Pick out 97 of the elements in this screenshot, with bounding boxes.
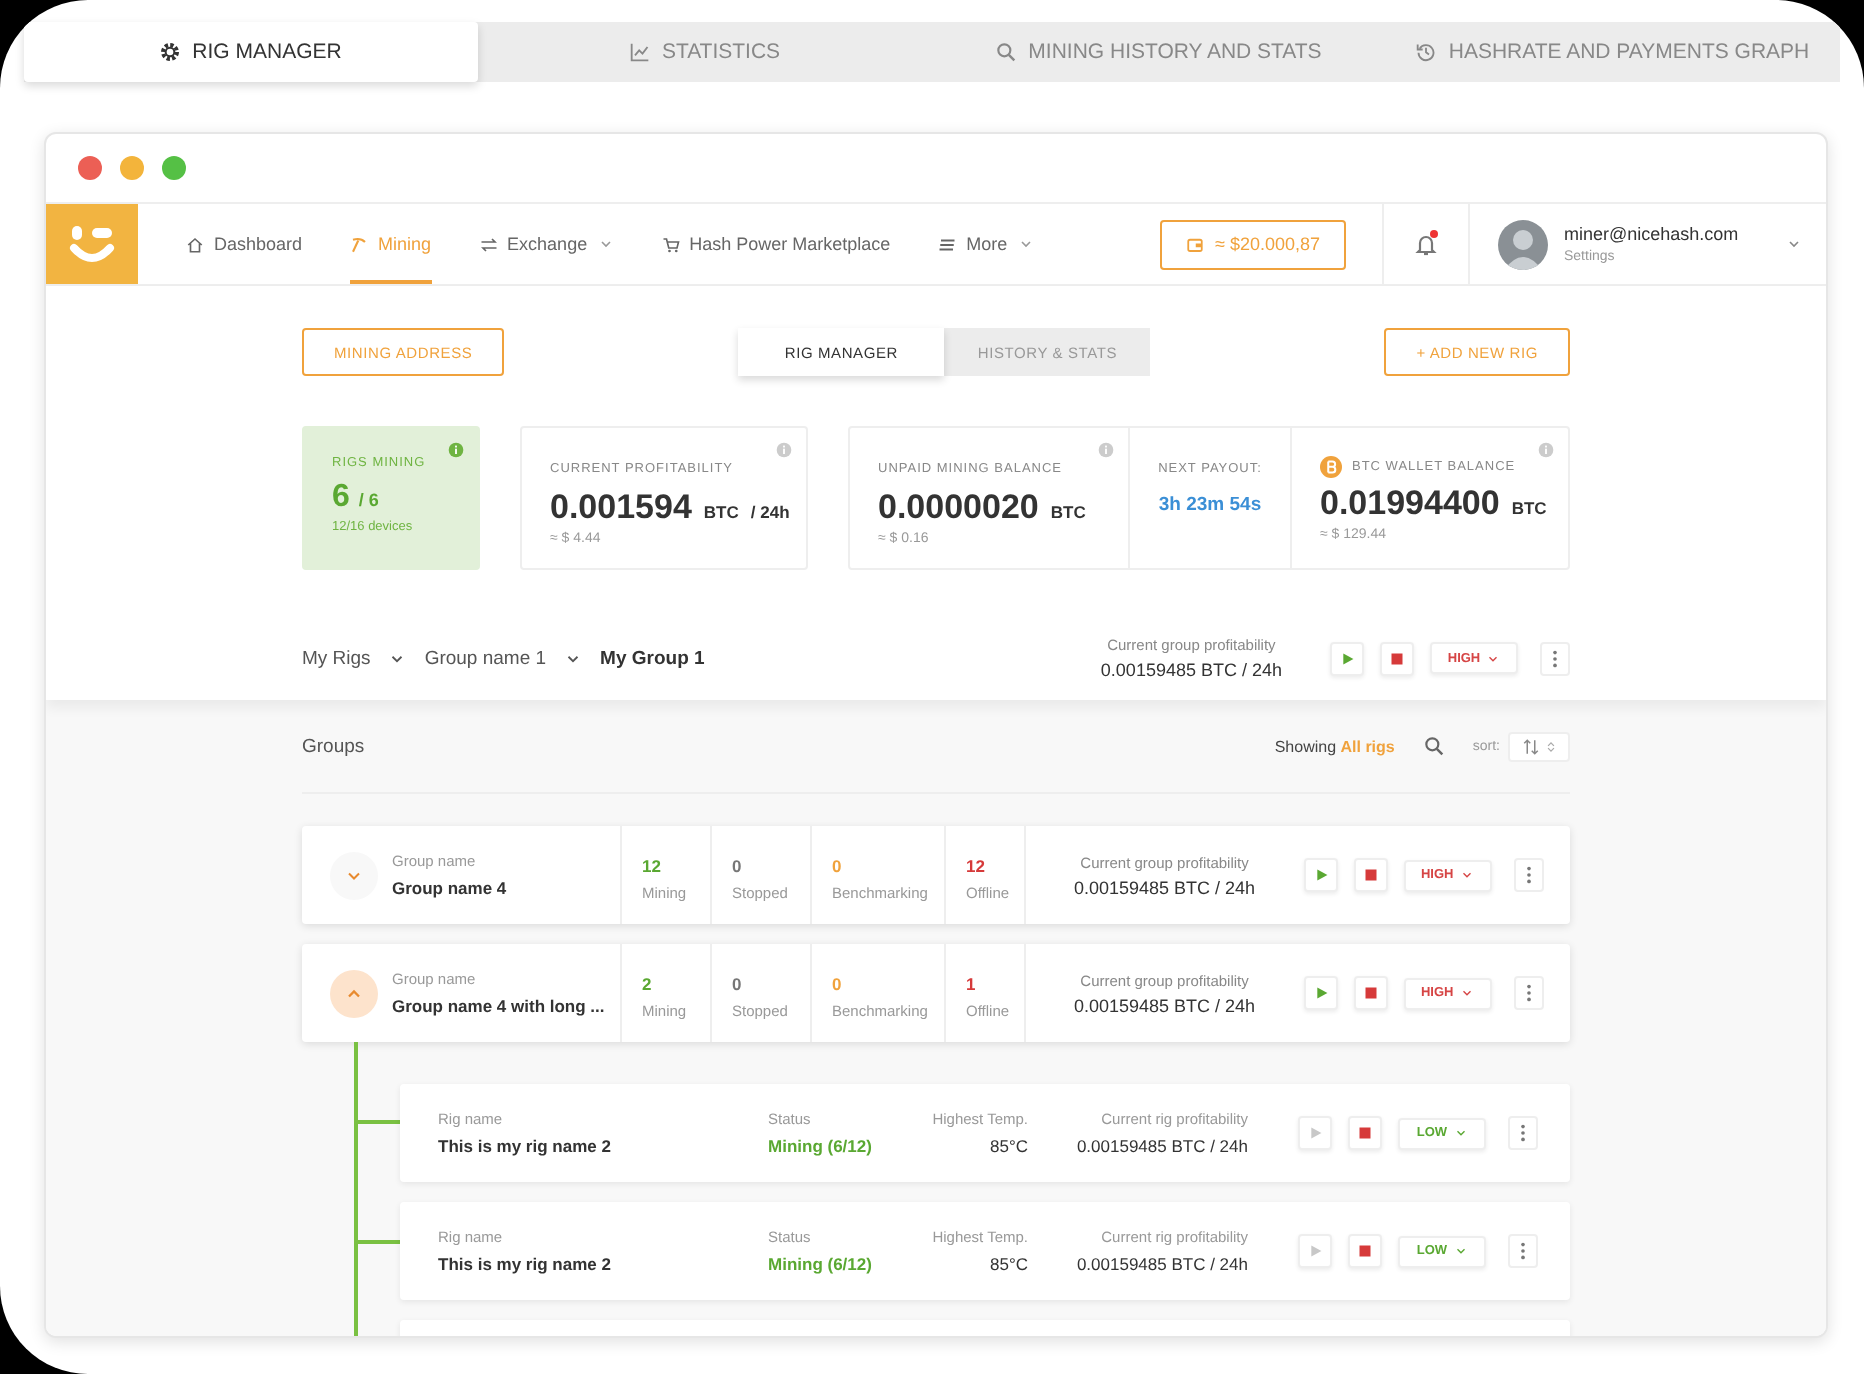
- rig-name: This is my rig name 2: [438, 1254, 613, 1274]
- history-icon: [1416, 42, 1437, 62]
- profitability-value: 0.00159485 BTC / 24h: [1074, 995, 1256, 1015]
- count-value: 0: [732, 856, 744, 876]
- caret-icon: [1453, 1126, 1468, 1140]
- notifications-button[interactable]: [1382, 204, 1470, 284]
- breadcrumb-link[interactable]: My Rigs: [302, 647, 371, 669]
- nav-link[interactable]: More: [938, 204, 1034, 284]
- play-button[interactable]: [1303, 858, 1338, 892]
- stop-button[interactable]: [1353, 858, 1388, 892]
- cart-icon: [661, 235, 680, 253]
- top-tab[interactable]: MINING HISTORY AND STATS: [932, 22, 1386, 82]
- period-label: / 24h: [750, 502, 790, 522]
- smiley-logo[interactable]: [46, 204, 138, 284]
- stat-value: 0.0000020: [878, 488, 1039, 526]
- info-icon: [1098, 442, 1114, 458]
- profitability-value: 0.00159485 BTC / 24h: [1074, 1254, 1248, 1274]
- count-value: 2: [642, 974, 654, 994]
- more-options-button[interactable]: [1508, 1116, 1538, 1150]
- nav-link[interactable]: Exchange: [479, 204, 614, 284]
- bell-icon: [1414, 232, 1438, 256]
- close-window-button[interactable]: [78, 156, 102, 180]
- top-tab[interactable]: HASHRATE AND PAYMENTS GRAPH: [1386, 22, 1840, 82]
- info-icon: [776, 442, 792, 458]
- sort-dropdown[interactable]: [1508, 731, 1570, 761]
- play-button[interactable]: [1298, 1234, 1332, 1268]
- zoom-window-button[interactable]: [162, 156, 186, 180]
- bitcoin-icon: [1320, 456, 1342, 478]
- group-name: Group name 4 with long ...: [392, 996, 605, 1016]
- stop-button[interactable]: [1348, 1116, 1382, 1150]
- nav-link[interactable]: Dashboard: [186, 204, 303, 284]
- stat-value: 0.001594: [550, 488, 692, 526]
- rigs-mining-count: 6: [332, 480, 350, 514]
- rig-name: This is my rig name 2: [438, 1136, 613, 1156]
- info-icon: [448, 442, 464, 458]
- play-button[interactable]: [1303, 976, 1338, 1010]
- more-options-button[interactable]: [1513, 858, 1544, 892]
- stat-value: 0.01994400: [1320, 484, 1500, 522]
- breadcrumb-link[interactable]: My Group 1: [600, 647, 705, 669]
- caret-icon: [1486, 651, 1501, 665]
- count-value: 12: [966, 856, 987, 876]
- info-icon: [1538, 442, 1554, 458]
- search-icon: [996, 42, 1017, 62]
- profitability-value: 0.00159485 BTC / 24h: [1074, 1136, 1248, 1156]
- nav-link[interactable]: Hash Power Marketplace: [661, 204, 891, 284]
- home-icon: [186, 235, 204, 253]
- minimize-window-button[interactable]: [120, 156, 144, 180]
- stop-button[interactable]: [1380, 641, 1414, 675]
- gear-icon: [160, 42, 181, 62]
- breadcrumb-link[interactable]: Group name 1: [424, 647, 547, 669]
- updown-icon: [1543, 739, 1557, 753]
- top-tab[interactable]: RIG MANAGER: [24, 22, 478, 82]
- temperature-value: 85°C: [988, 1136, 1028, 1156]
- rig-status: Mining (6/12): [768, 1254, 874, 1274]
- count-value: 0: [832, 856, 844, 876]
- swap-arrows-icon: [479, 235, 498, 253]
- section-title: Groups: [302, 735, 365, 757]
- rigs-total: / 6: [358, 490, 379, 510]
- stop-button[interactable]: [1353, 976, 1388, 1010]
- play-button[interactable]: [1298, 1116, 1332, 1150]
- rig-status: Mining (6/12): [768, 1136, 874, 1156]
- count-value: 1: [966, 974, 978, 994]
- expand-toggle[interactable]: [330, 969, 378, 1017]
- stop-button[interactable]: [1348, 1234, 1382, 1268]
- search-icon: [1424, 736, 1445, 756]
- count-value: 0: [732, 974, 744, 994]
- avatar-silhouette[interactable]: [1498, 219, 1548, 269]
- caret-icon: [1786, 236, 1802, 252]
- top-tab[interactable]: STATISTICS: [478, 22, 932, 82]
- more-options-button[interactable]: [1540, 641, 1570, 675]
- caret-icon: [1459, 868, 1474, 882]
- list-icon: [938, 235, 957, 253]
- group-name: Group name 4: [392, 878, 507, 898]
- payout-countdown: 3h 23m 54s: [1156, 494, 1264, 516]
- more-options-button[interactable]: [1513, 976, 1544, 1010]
- temperature-value: 85°C: [988, 1254, 1028, 1274]
- line-chart-icon: [629, 42, 650, 62]
- unit-label: BTC: [703, 502, 739, 522]
- count-value: 12: [642, 856, 663, 876]
- showing-filter[interactable]: Showing All rigs: [1274, 737, 1395, 755]
- count-value: 0: [832, 974, 844, 994]
- unit-label: BTC: [1050, 502, 1086, 522]
- expand-toggle[interactable]: [330, 851, 378, 899]
- pickaxe-icon: [350, 235, 369, 253]
- sort-icon: [1521, 737, 1539, 755]
- play-button[interactable]: [1330, 641, 1364, 675]
- search-button[interactable]: [1424, 736, 1445, 756]
- profitability-value: 0.00159485 BTC / 24h: [1100, 660, 1282, 680]
- caret-icon: [1453, 1244, 1468, 1258]
- stop-icon: [1354, 1122, 1376, 1144]
- user-email: miner@nicehash.com: [1564, 224, 1741, 244]
- stop-icon: [1354, 1240, 1376, 1262]
- unit-label: BTC: [1511, 498, 1547, 518]
- more-options-button[interactable]: [1508, 1234, 1538, 1268]
- wallet-icon: [1185, 235, 1204, 253]
- profitability-value: 0.00159485 BTC / 24h: [1074, 877, 1256, 897]
- caret-icon: [1459, 986, 1474, 1000]
